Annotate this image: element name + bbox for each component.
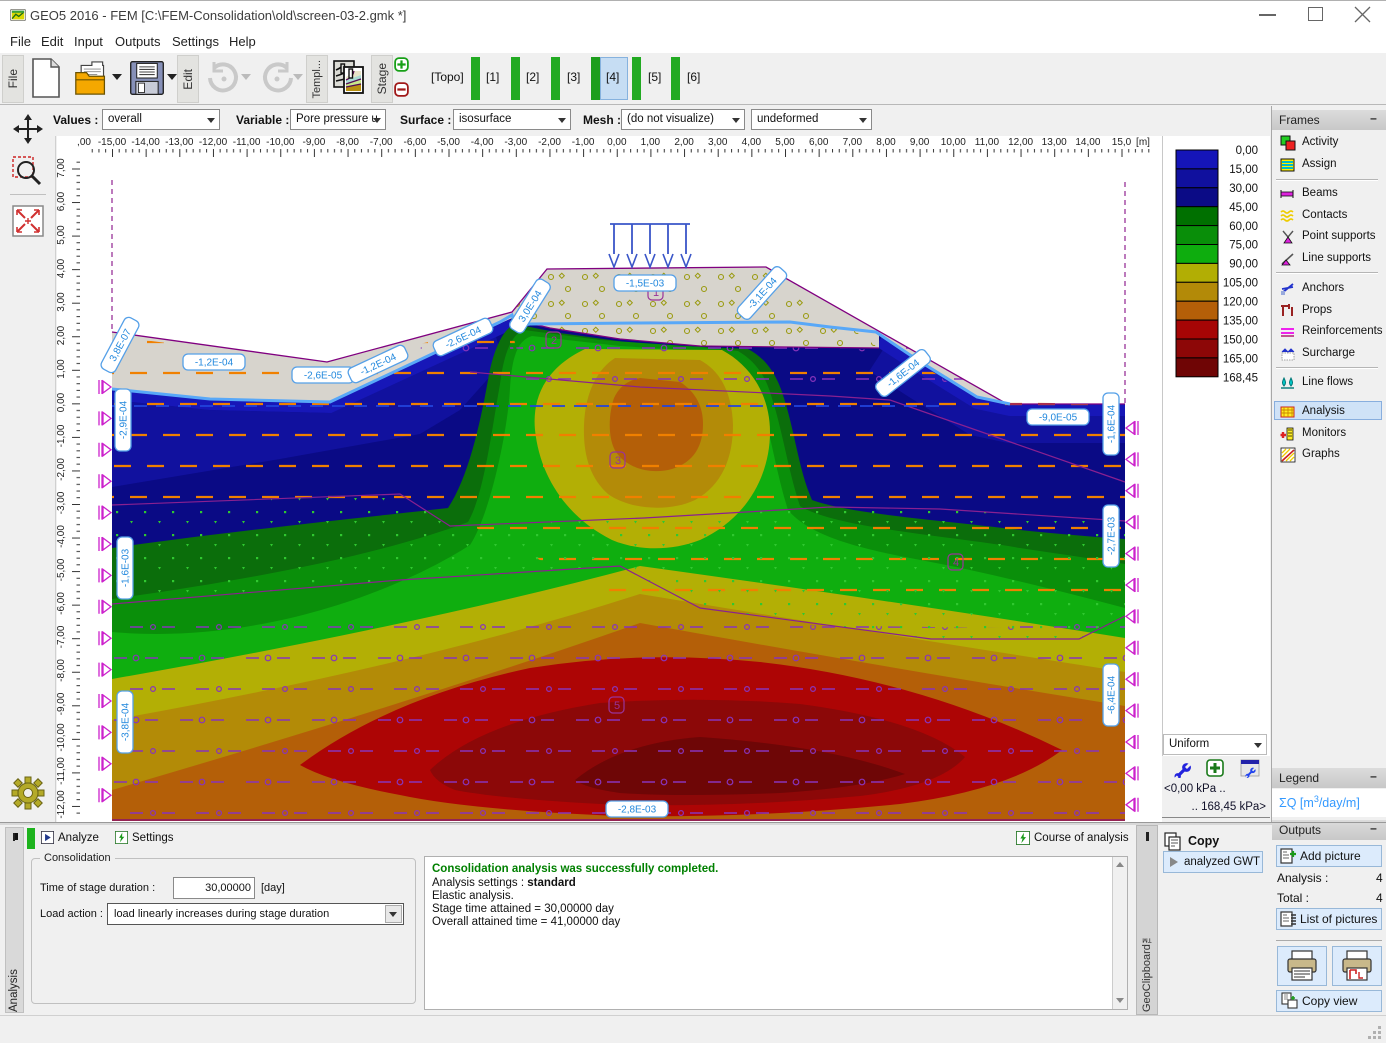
svg-text:5,00: 5,00: [57, 225, 67, 245]
svg-text:-10,00: -10,00: [57, 723, 67, 752]
svg-text:45,00: 45,00: [1229, 202, 1258, 214]
svg-text:-6,00: -6,00: [404, 137, 427, 148]
svg-text:-3,00: -3,00: [504, 137, 527, 148]
svg-text:-1,00: -1,00: [57, 424, 67, 447]
svg-text:10,00: 10,00: [941, 137, 966, 148]
svg-text:-8,00: -8,00: [336, 137, 359, 148]
svg-text:-6,4E-04: -6,4E-04: [1107, 675, 1118, 714]
svg-text:-14,00: -14,00: [131, 137, 160, 148]
svg-text:-2,00: -2,00: [538, 137, 561, 148]
svg-text:4,00: 4,00: [742, 137, 762, 148]
svg-text:-2,00: -2,00: [57, 458, 67, 481]
svg-text:-7,00: -7,00: [57, 625, 67, 648]
svg-text:-8,00: -8,00: [57, 659, 67, 682]
svg-text:165,00: 165,00: [1223, 354, 1258, 366]
svg-text:15,0: 15,0: [1112, 137, 1132, 148]
svg-text:75,00: 75,00: [1229, 240, 1258, 252]
svg-text:150,00: 150,00: [1223, 335, 1258, 347]
svg-text:-7,00: -7,00: [370, 137, 393, 148]
svg-text:4,00: 4,00: [57, 258, 67, 278]
svg-text:-13,00: -13,00: [165, 137, 194, 148]
svg-text:-12,00: -12,00: [199, 137, 228, 148]
svg-text:7,00: 7,00: [57, 158, 67, 178]
svg-text:-1,6E-03: -1,6E-03: [121, 548, 132, 587]
svg-text:-2,6E-05: -2,6E-05: [304, 371, 343, 382]
svg-text:3: 3: [615, 455, 621, 467]
svg-text:11,00: 11,00: [975, 137, 1000, 148]
svg-text:-5,00: -5,00: [57, 558, 67, 581]
svg-text:-3,00: -3,00: [57, 491, 67, 514]
svg-text:105,00: 105,00: [1223, 278, 1258, 290]
svg-text:6,00: 6,00: [809, 137, 829, 148]
svg-text:-9,00: -9,00: [57, 692, 67, 715]
svg-text:2,00: 2,00: [57, 325, 67, 345]
svg-text:0,00: 0,00: [607, 137, 627, 148]
svg-text:8,00: 8,00: [876, 137, 896, 148]
svg-text:-5,00: -5,00: [437, 137, 460, 148]
svg-text:-1,5E-03: -1,5E-03: [626, 279, 665, 290]
svg-text:-1,6E-04: -1,6E-04: [1107, 404, 1118, 443]
svg-text:-1,2E-04: -1,2E-04: [195, 358, 234, 369]
svg-text:2: 2: [551, 335, 557, 347]
svg-text:90,00: 90,00: [1229, 259, 1258, 271]
svg-text:5: 5: [614, 700, 620, 712]
svg-text:-6,00: -6,00: [57, 592, 67, 615]
svg-text:3,00: 3,00: [708, 137, 728, 148]
svg-text:3,00: 3,00: [57, 292, 67, 312]
svg-text:9,00: 9,00: [910, 137, 930, 148]
svg-text:0,00: 0,00: [57, 392, 67, 412]
svg-text:-2,7E-03: -2,7E-03: [1107, 516, 1118, 555]
svg-text:135,00: 135,00: [1223, 316, 1258, 328]
svg-text:7,00: 7,00: [843, 137, 863, 148]
svg-text:-11,00: -11,00: [57, 757, 67, 785]
svg-text:-2,8E-03: -2,8E-03: [618, 805, 657, 816]
svg-text:-4,00: -4,00: [57, 525, 67, 548]
svg-text:,00: ,00: [77, 137, 91, 148]
svg-text:[m]: [m]: [1136, 137, 1150, 148]
svg-text:0,00: 0,00: [1236, 145, 1258, 157]
svg-text:1,00: 1,00: [57, 359, 67, 379]
svg-text:13,00: 13,00: [1042, 137, 1067, 148]
svg-text:2,00: 2,00: [674, 137, 694, 148]
svg-text:4: 4: [953, 557, 959, 569]
svg-text:-15,00: -15,00: [98, 137, 127, 148]
svg-text:-1,00: -1,00: [572, 137, 595, 148]
svg-text:12,00: 12,00: [1008, 137, 1033, 148]
svg-text:-4,00: -4,00: [471, 137, 494, 148]
svg-text:-12,00: -12,00: [57, 790, 67, 819]
svg-text:-2,9E-04: -2,9E-04: [119, 400, 130, 439]
svg-text:-3,8E-04: -3,8E-04: [121, 702, 132, 741]
svg-text:30,00: 30,00: [1229, 183, 1258, 195]
svg-text:5,00: 5,00: [775, 137, 795, 148]
svg-text:-9,0E-05: -9,0E-05: [1039, 413, 1078, 424]
svg-text:15,00: 15,00: [1229, 164, 1258, 176]
svg-text:168,45: 168,45: [1223, 373, 1258, 385]
svg-text:-9,00: -9,00: [303, 137, 326, 148]
svg-text:60,00: 60,00: [1229, 221, 1258, 233]
svg-text:14,00: 14,00: [1075, 137, 1100, 148]
svg-text:-10,00: -10,00: [266, 137, 295, 148]
svg-text:-11,00: -11,00: [233, 137, 261, 148]
svg-text:6,00: 6,00: [57, 191, 67, 211]
svg-text:1,00: 1,00: [641, 137, 661, 148]
svg-text:120,00: 120,00: [1223, 297, 1258, 309]
